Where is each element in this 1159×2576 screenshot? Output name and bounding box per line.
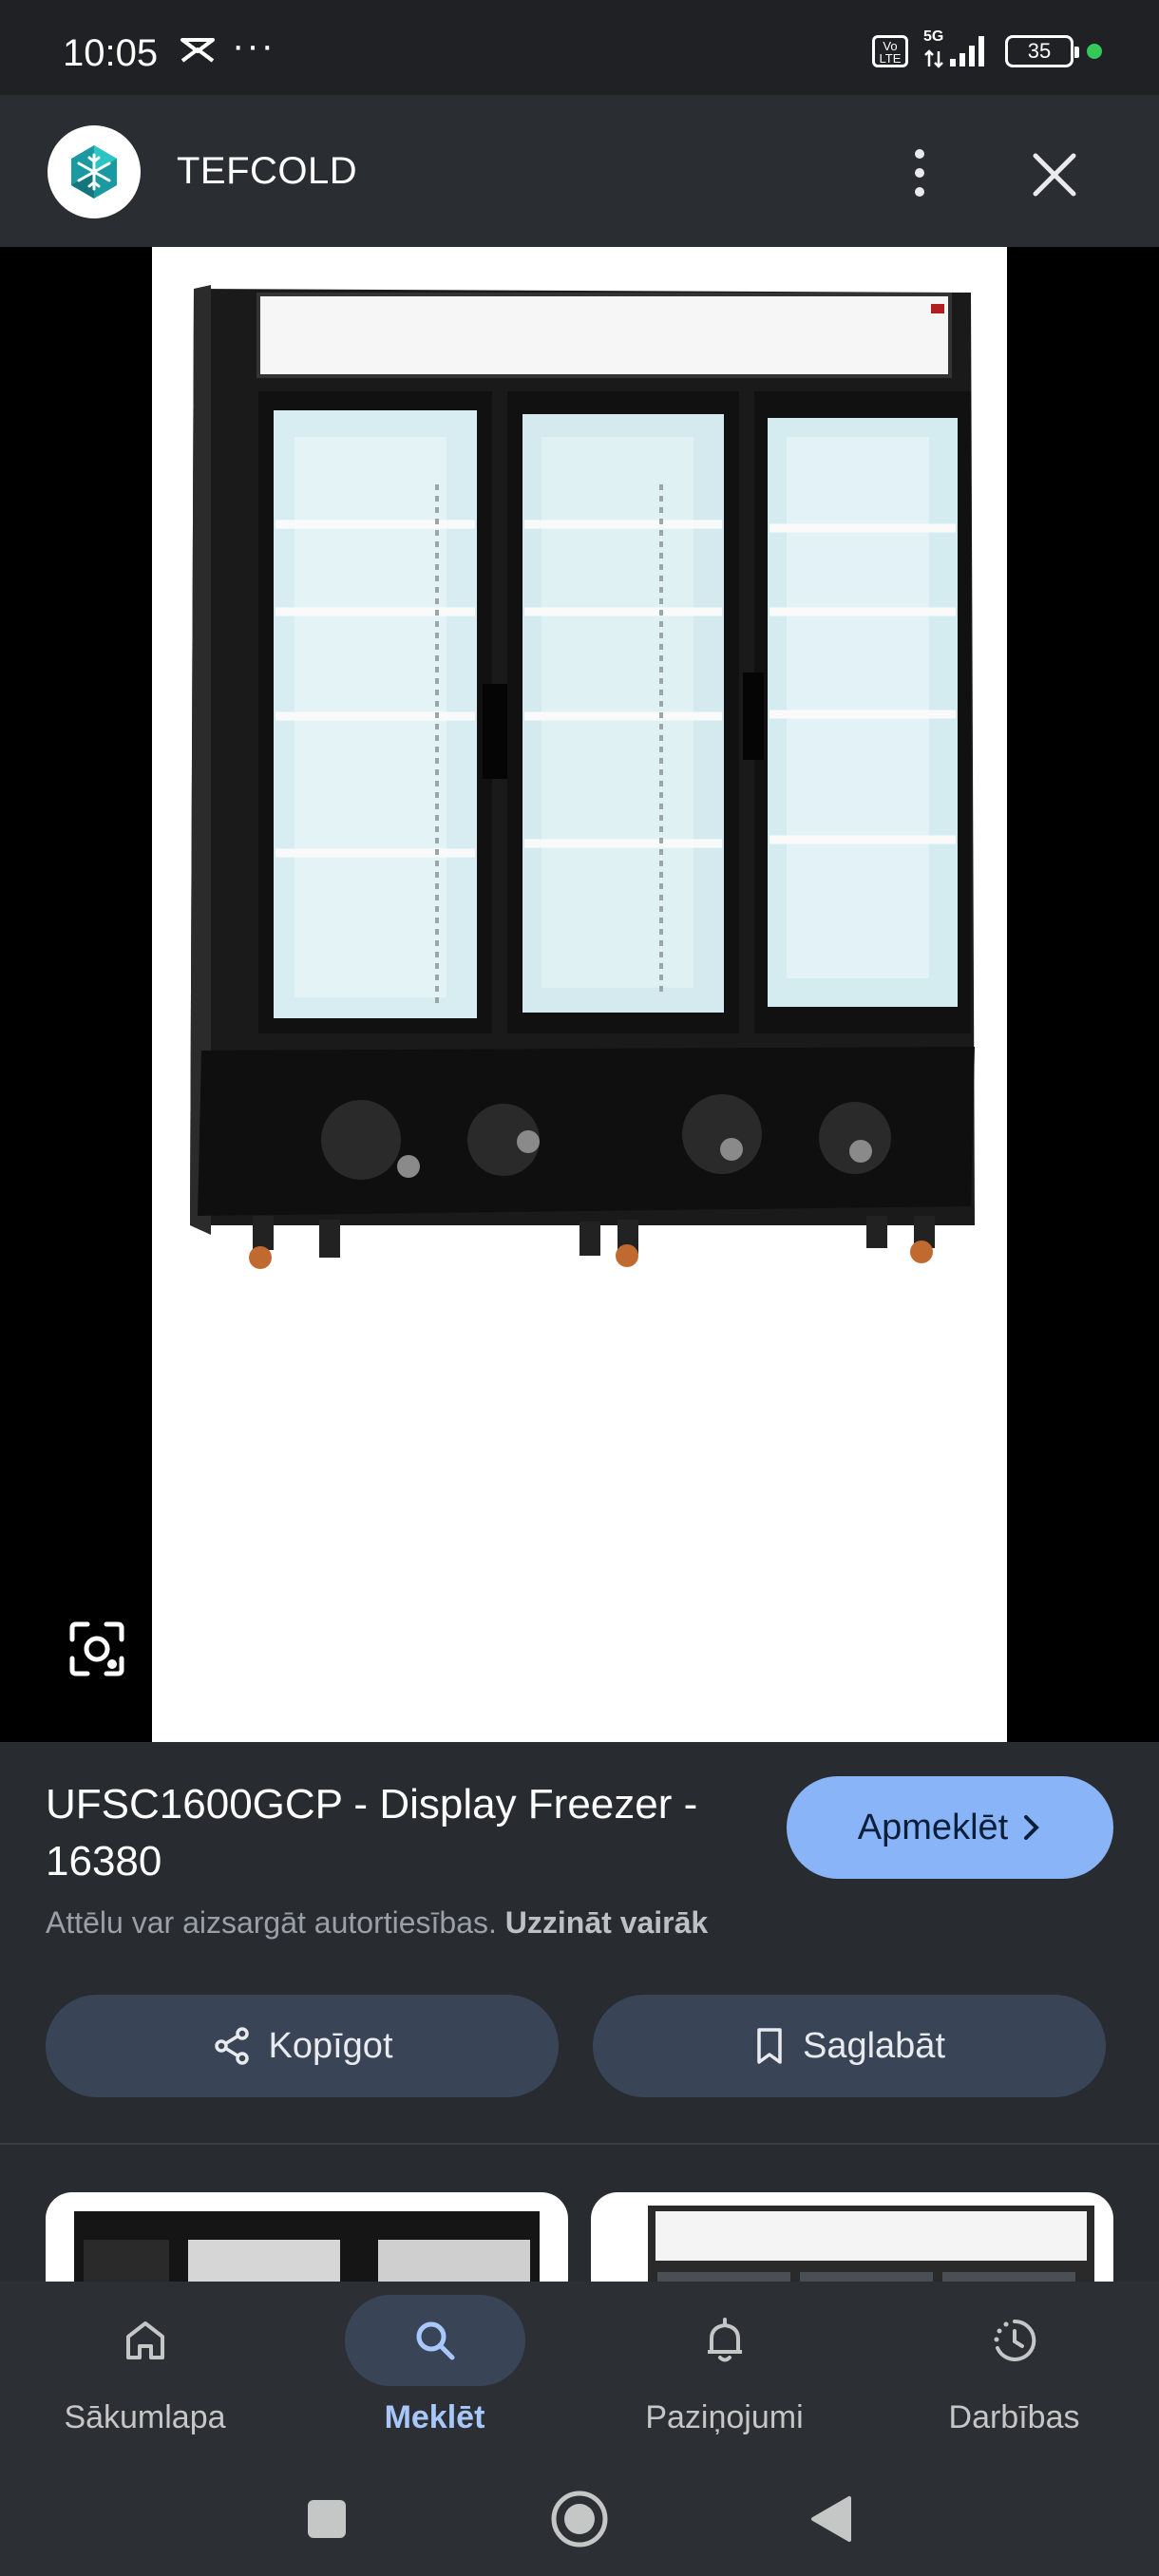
visit-button[interactable]: Apmeklēt <box>787 1776 1113 1879</box>
bell-icon <box>635 2295 815 2386</box>
viewer-header: TEFCOLD <box>0 95 1159 247</box>
notification-icon <box>179 36 217 69</box>
nav-notifications[interactable]: Paziņojumi <box>580 2295 869 2456</box>
snowflake-logo-icon[interactable] <box>48 125 141 218</box>
status-bar: 10:05 ··· Vo LTE 5G 35 <box>0 0 1159 95</box>
share-button-label: Kopīgot <box>268 2025 393 2066</box>
activity-icon <box>924 2295 1105 2386</box>
result-title[interactable]: UFSC1600GCP - Display Freezer - 16380 <box>46 1776 768 1890</box>
close-icon[interactable] <box>1026 146 1083 203</box>
status-icons: Vo LTE 5G 35 <box>872 28 1102 70</box>
nav-activity-label: Darbības <box>948 2399 1080 2435</box>
recents-icon[interactable] <box>289 2481 365 2557</box>
nav-home[interactable]: Sākumlapa <box>0 2295 290 2456</box>
battery-icon: 35 <box>1005 35 1079 67</box>
privacy-dot-icon <box>1087 44 1102 59</box>
nav-search[interactable]: Meklēt <box>290 2295 580 2456</box>
copyright-notice: Attēlu var aizsargāt autortiesības. Uzzi… <box>46 1905 708 1941</box>
related-image-card[interactable] <box>46 2192 568 2282</box>
more-vert-icon[interactable] <box>893 137 946 209</box>
result-info-panel: UFSC1600GCP - Display Freezer - 16380 Ap… <box>0 1742 1159 2143</box>
save-button[interactable]: Saglabāt <box>593 1995 1106 2097</box>
share-button[interactable]: Kopīgot <box>46 1995 559 2097</box>
status-more-icon: ··· <box>232 25 276 66</box>
product-image[interactable] <box>152 247 1007 1742</box>
volte-icon: Vo LTE <box>872 35 908 67</box>
nav-notifications-label: Paziņojumi <box>645 2399 804 2435</box>
save-button-label: Saglabāt <box>802 2025 945 2066</box>
site-name[interactable]: TEFCOLD <box>177 150 357 193</box>
home-button-icon[interactable] <box>542 2481 618 2557</box>
related-images <box>0 2145 1159 2282</box>
nav-search-label: Meklēt <box>384 2399 485 2435</box>
chevron-right-icon <box>1024 1815 1040 1840</box>
nav-home-label: Sākumlapa <box>64 2399 226 2435</box>
system-navigation-bar <box>0 2462 1159 2576</box>
home-icon <box>55 2295 236 2386</box>
related-image-card[interactable] <box>591 2192 1113 2282</box>
search-icon <box>344 2295 525 2386</box>
bookmark-icon <box>757 2028 782 2064</box>
copyright-text: Attēlu var aizsargāt autortiesības. <box>46 1905 497 1940</box>
google-lens-icon[interactable] <box>63 1615 131 1683</box>
bottom-navigation: Sākumlapa Meklēt Paziņojumi Darbības <box>0 2282 1159 2576</box>
signal-icon: 5G <box>922 28 992 70</box>
visit-button-label: Apmeklēt <box>857 1807 1009 1847</box>
status-time: 10:05 <box>63 32 159 74</box>
nav-activity[interactable]: Darbības <box>869 2295 1159 2456</box>
back-icon[interactable] <box>792 2481 868 2557</box>
learn-more-link[interactable]: Uzzināt vairāk <box>505 1905 708 1940</box>
share-icon <box>214 2027 249 2065</box>
image-viewer <box>0 247 1159 1742</box>
